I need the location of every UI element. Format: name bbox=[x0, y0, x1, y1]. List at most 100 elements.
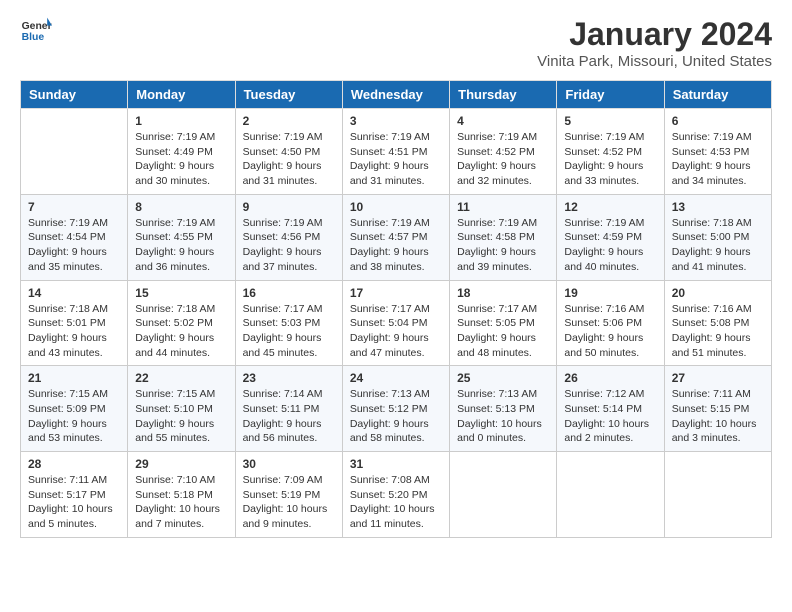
table-row: 7 Sunrise: 7:19 AMSunset: 4:54 PMDaylight… bbox=[21, 194, 128, 280]
table-row: 9Sunrise: 7:19 AMSunset: 4:56 PMDaylight… bbox=[235, 194, 342, 280]
table-row: 11 Sunrise: 7:19 AMSunset: 4:58 PMDayligh… bbox=[450, 194, 557, 280]
day-number: 27 bbox=[672, 371, 764, 385]
col-monday: Monday bbox=[128, 81, 235, 109]
day-info: Sunrise: 7:19 AMSunset: 4:58 PMDaylight:… bbox=[457, 216, 549, 275]
day-number: 12 bbox=[564, 200, 656, 214]
logo-icon: General Blue bbox=[20, 16, 52, 44]
calendar-week-row: 28 Sunrise: 7:11 AMSunset: 5:17 PMDayligh… bbox=[21, 452, 772, 538]
col-saturday: Saturday bbox=[664, 81, 771, 109]
title-section: January 2024 Vinita Park, Missouri, Unit… bbox=[537, 16, 772, 70]
day-number: 31 bbox=[350, 457, 442, 471]
day-number: 29 bbox=[135, 457, 227, 471]
day-info: Sunrise: 7:10 AMSunset: 5:18 PMDaylight:… bbox=[135, 473, 227, 532]
table-row bbox=[21, 109, 128, 195]
day-info: Sunrise: 7:19 AMSunset: 4:52 PMDaylight:… bbox=[564, 130, 656, 189]
day-number: 26 bbox=[564, 371, 656, 385]
calendar-header-row: Sunday Monday Tuesday Wednesday Thursday… bbox=[21, 81, 772, 109]
page-header: General Blue January 2024 Vinita Park, M… bbox=[20, 16, 772, 70]
day-info: Sunrise: 7:11 AMSunset: 5:17 PMDaylight:… bbox=[28, 473, 120, 532]
table-row: 21 Sunrise: 7:15 AMSunset: 5:09 PMDayligh… bbox=[21, 366, 128, 452]
calendar-week-row: 1 Sunrise: 7:19 AMSunset: 4:49 PMDaylight… bbox=[21, 109, 772, 195]
table-row: 14Sunrise: 7:18 AMSunset: 5:01 PMDayligh… bbox=[21, 280, 128, 366]
day-info: Sunrise: 7:08 AMSunset: 5:20 PMDaylight:… bbox=[350, 473, 442, 532]
table-row: 20Sunrise: 7:16 AMSunset: 5:08 PMDayligh… bbox=[664, 280, 771, 366]
day-number: 19 bbox=[564, 286, 656, 300]
table-row: 19Sunrise: 7:16 AMSunset: 5:06 PMDayligh… bbox=[557, 280, 664, 366]
day-number: 4 bbox=[457, 114, 549, 128]
day-number: 11 bbox=[457, 200, 549, 214]
table-row: 28 Sunrise: 7:11 AMSunset: 5:17 PMDayligh… bbox=[21, 452, 128, 538]
table-row: 26 Sunrise: 7:12 AMSunset: 5:14 PMDayligh… bbox=[557, 366, 664, 452]
day-number: 18 bbox=[457, 286, 549, 300]
table-row: 13 Sunrise: 7:18 AMSunset: 5:00 PMDayligh… bbox=[664, 194, 771, 280]
table-row: 31 Sunrise: 7:08 AMSunset: 5:20 PMDayligh… bbox=[342, 452, 449, 538]
table-row: 23 Sunrise: 7:14 AMSunset: 5:11 PMDayligh… bbox=[235, 366, 342, 452]
day-info: Sunrise: 7:19 AMSunset: 4:50 PMDaylight:… bbox=[243, 130, 335, 189]
day-number: 30 bbox=[243, 457, 335, 471]
day-number: 10 bbox=[350, 200, 442, 214]
day-number: 7 bbox=[28, 200, 120, 214]
day-info: Sunrise: 7:19 AMSunset: 4:53 PMDaylight:… bbox=[672, 130, 764, 189]
table-row: 6Sunrise: 7:19 AMSunset: 4:53 PMDaylight… bbox=[664, 109, 771, 195]
table-row bbox=[664, 452, 771, 538]
day-info: Sunrise: 7:19 AMSunset: 4:49 PMDaylight:… bbox=[135, 130, 227, 189]
day-number: 2 bbox=[243, 114, 335, 128]
table-row: 1 Sunrise: 7:19 AMSunset: 4:49 PMDaylight… bbox=[128, 109, 235, 195]
col-thursday: Thursday bbox=[450, 81, 557, 109]
table-row: 5Sunrise: 7:19 AMSunset: 4:52 PMDaylight… bbox=[557, 109, 664, 195]
day-info: Sunrise: 7:18 AMSunset: 5:00 PMDaylight:… bbox=[672, 216, 764, 275]
day-number: 17 bbox=[350, 286, 442, 300]
day-number: 1 bbox=[135, 114, 227, 128]
table-row: 8Sunrise: 7:19 AMSunset: 4:55 PMDaylight… bbox=[128, 194, 235, 280]
day-info: Sunrise: 7:11 AMSunset: 5:15 PMDaylight:… bbox=[672, 387, 764, 446]
day-info: Sunrise: 7:12 AMSunset: 5:14 PMDaylight:… bbox=[564, 387, 656, 446]
col-tuesday: Tuesday bbox=[235, 81, 342, 109]
table-row: 29 Sunrise: 7:10 AMSunset: 5:18 PMDayligh… bbox=[128, 452, 235, 538]
day-number: 22 bbox=[135, 371, 227, 385]
table-row: 27 Sunrise: 7:11 AMSunset: 5:15 PMDayligh… bbox=[664, 366, 771, 452]
table-row bbox=[450, 452, 557, 538]
day-info: Sunrise: 7:13 AMSunset: 5:13 PMDaylight:… bbox=[457, 387, 549, 446]
day-number: 16 bbox=[243, 286, 335, 300]
day-info: Sunrise: 7:16 AMSunset: 5:08 PMDaylight:… bbox=[672, 302, 764, 361]
table-row: 12 Sunrise: 7:19 AMSunset: 4:59 PMDayligh… bbox=[557, 194, 664, 280]
day-info: Sunrise: 7:19 AMSunset: 4:59 PMDaylight:… bbox=[564, 216, 656, 275]
day-number: 15 bbox=[135, 286, 227, 300]
table-row: 30 Sunrise: 7:09 AMSunset: 5:19 PMDayligh… bbox=[235, 452, 342, 538]
calendar-table: Sunday Monday Tuesday Wednesday Thursday… bbox=[20, 80, 772, 538]
day-number: 9 bbox=[243, 200, 335, 214]
day-info: Sunrise: 7:15 AMSunset: 5:09 PMDaylight:… bbox=[28, 387, 120, 446]
day-info: Sunrise: 7:14 AMSunset: 5:11 PMDaylight:… bbox=[243, 387, 335, 446]
table-row: 18 Sunrise: 7:17 AMSunset: 5:05 PMDayligh… bbox=[450, 280, 557, 366]
table-row bbox=[557, 452, 664, 538]
day-info: Sunrise: 7:19 AMSunset: 4:51 PMDaylight:… bbox=[350, 130, 442, 189]
table-row: 15 Sunrise: 7:18 AMSunset: 5:02 PMDayligh… bbox=[128, 280, 235, 366]
svg-text:Blue: Blue bbox=[22, 32, 45, 43]
day-number: 24 bbox=[350, 371, 442, 385]
table-row: 4 Sunrise: 7:19 AMSunset: 4:52 PMDaylight… bbox=[450, 109, 557, 195]
table-row: 17Sunrise: 7:17 AMSunset: 5:04 PMDayligh… bbox=[342, 280, 449, 366]
day-info: Sunrise: 7:19 AMSunset: 4:54 PMDaylight:… bbox=[28, 216, 120, 275]
day-number: 14 bbox=[28, 286, 120, 300]
day-info: Sunrise: 7:19 AMSunset: 4:57 PMDaylight:… bbox=[350, 216, 442, 275]
day-number: 25 bbox=[457, 371, 549, 385]
day-number: 8 bbox=[135, 200, 227, 214]
col-sunday: Sunday bbox=[21, 81, 128, 109]
table-row: 2 Sunrise: 7:19 AMSunset: 4:50 PMDaylight… bbox=[235, 109, 342, 195]
calendar-week-row: 21 Sunrise: 7:15 AMSunset: 5:09 PMDayligh… bbox=[21, 366, 772, 452]
col-wednesday: Wednesday bbox=[342, 81, 449, 109]
day-info: Sunrise: 7:18 AMSunset: 5:02 PMDaylight:… bbox=[135, 302, 227, 361]
logo: General Blue bbox=[20, 16, 52, 44]
day-info: Sunrise: 7:13 AMSunset: 5:12 PMDaylight:… bbox=[350, 387, 442, 446]
day-number: 13 bbox=[672, 200, 764, 214]
calendar-week-row: 7 Sunrise: 7:19 AMSunset: 4:54 PMDaylight… bbox=[21, 194, 772, 280]
day-number: 23 bbox=[243, 371, 335, 385]
day-info: Sunrise: 7:09 AMSunset: 5:19 PMDaylight:… bbox=[243, 473, 335, 532]
day-info: Sunrise: 7:17 AMSunset: 5:05 PMDaylight:… bbox=[457, 302, 549, 361]
day-number: 28 bbox=[28, 457, 120, 471]
day-number: 21 bbox=[28, 371, 120, 385]
table-row: 3Sunrise: 7:19 AMSunset: 4:51 PMDaylight… bbox=[342, 109, 449, 195]
day-info: Sunrise: 7:15 AMSunset: 5:10 PMDaylight:… bbox=[135, 387, 227, 446]
day-info: Sunrise: 7:17 AMSunset: 5:03 PMDaylight:… bbox=[243, 302, 335, 361]
day-info: Sunrise: 7:19 AMSunset: 4:52 PMDaylight:… bbox=[457, 130, 549, 189]
